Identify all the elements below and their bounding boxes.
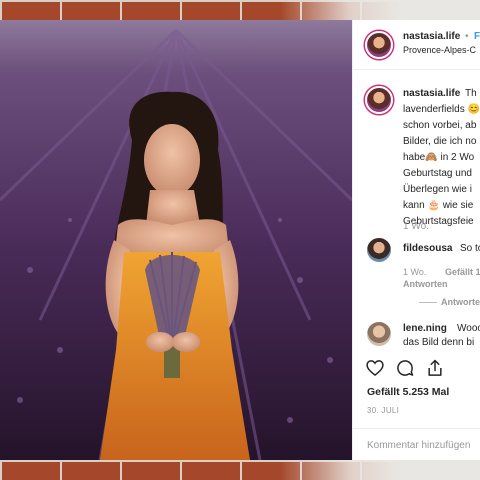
comment-likes[interactable]: Gefällt 1 [445, 266, 480, 279]
action-bar [365, 358, 445, 382]
caption-line: habe🙈 in 2 Wo [403, 152, 475, 163]
comment-text: So to [460, 243, 480, 254]
post-photo[interactable] [0, 20, 352, 460]
caption-username[interactable]: nastasia.life [403, 86, 460, 102]
caption-author-avatar[interactable] [365, 86, 393, 114]
author-avatar[interactable] [365, 31, 393, 59]
post-header: nastasia.life • F Provence-Alpes-C [353, 20, 480, 70]
reply-button[interactable]: Antworten [403, 278, 448, 291]
comment-input[interactable]: Kommentar hinzufügen [367, 439, 470, 452]
caption-line: Überlegen wie i [403, 184, 472, 195]
caption-line: Th [465, 88, 477, 99]
caption-line: Bilder, die ich no [403, 136, 477, 147]
follow-separator: • [465, 31, 469, 42]
caption-line: schon vorbei, ab [403, 120, 477, 131]
post-date: 30. JULI [367, 406, 400, 415]
follow-button[interactable]: F [474, 30, 480, 43]
likes-count[interactable]: Gefällt 5.253 Mal [367, 386, 449, 399]
commenter-avatar[interactable] [367, 238, 391, 262]
heart-icon[interactable] [365, 358, 385, 378]
replies-divider [419, 302, 437, 303]
caption-age: 1 Wo. [403, 221, 429, 232]
caption-line: lavenderfields 😊 [403, 104, 480, 115]
comment-text-line2: das Bild denn bi [403, 337, 475, 348]
post-side-panel: nastasia.life • F Provence-Alpes-C nasta… [352, 20, 480, 460]
comment-text: Wooo [457, 323, 480, 334]
comment-username[interactable]: lene.ning [403, 322, 447, 335]
post-location[interactable]: Provence-Alpes-C [403, 44, 476, 57]
caption-line: Geburtstag und [403, 168, 472, 179]
view-replies-button[interactable]: Antworten [441, 296, 480, 309]
lavender-field-image [0, 20, 352, 460]
comment-icon[interactable] [395, 358, 415, 378]
comment-composer: Kommentar hinzufügen [353, 428, 480, 460]
share-icon[interactable] [425, 358, 445, 378]
commenter-avatar[interactable] [367, 322, 391, 346]
author-username[interactable]: nastasia.life [403, 30, 460, 43]
comment-username[interactable]: fildesousa [403, 242, 452, 255]
caption-line: kann 🎂 wie sie [403, 200, 474, 211]
